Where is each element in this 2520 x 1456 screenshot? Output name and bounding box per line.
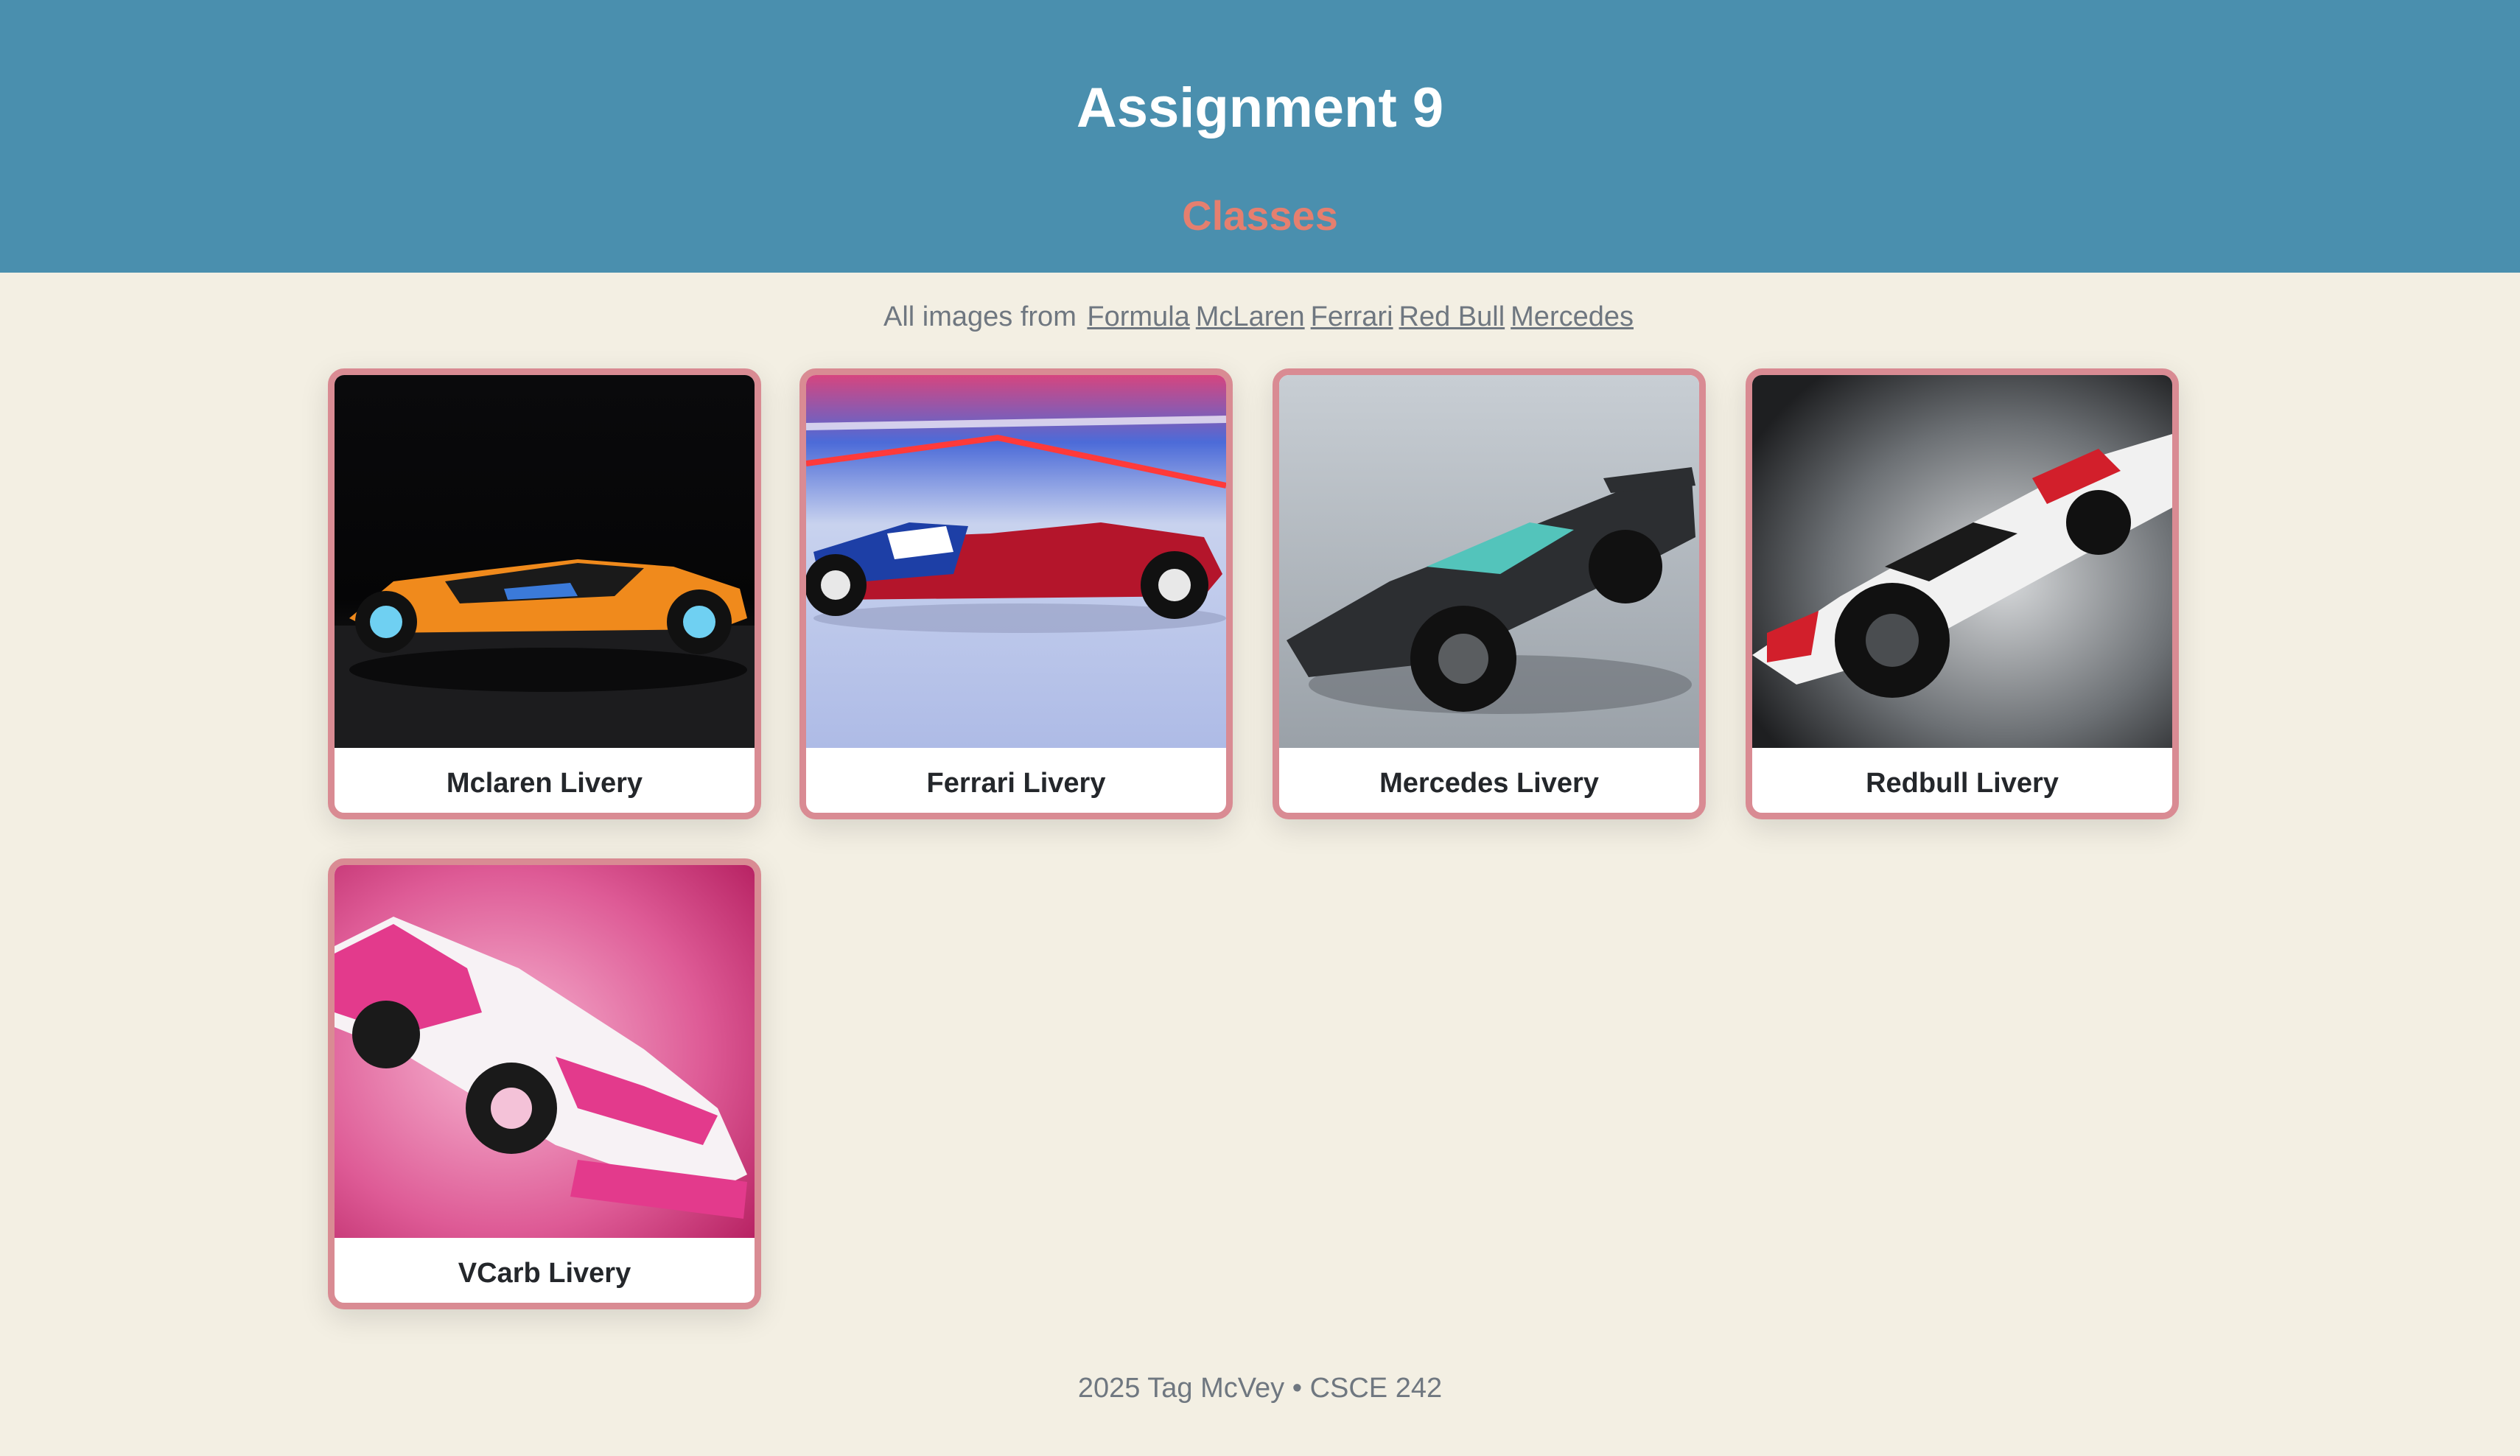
livery-card-mclaren[interactable]: Mclaren Livery [328,368,761,819]
credit-link-mercedes[interactable]: Mercedes [1511,301,1634,332]
livery-card-label: Ferrari Livery [926,768,1106,799]
page-title: Assignment 9 [1076,77,1444,139]
livery-card-mercedes[interactable]: Mercedes Livery [1273,368,1706,819]
credit-link-formula[interactable]: Formula [1087,301,1189,332]
livery-card-redbull[interactable]: Redbull Livery [1746,368,2179,819]
page-subtitle: Classes [1182,192,1338,239]
redbull-car-photo [1752,375,2172,748]
livery-card-label: Mclaren Livery [446,768,643,799]
mercedes-car-photo [1279,375,1699,748]
livery-card-vcarb[interactable]: VCarb Livery [328,858,761,1309]
credit-link-mclaren[interactable]: McLaren [1196,301,1305,332]
livery-card-label: Mercedes Livery [1379,768,1599,799]
ferrari-car-photo [806,375,1226,748]
site-header: Assignment 9 Classes [0,0,2520,273]
vcarb-car-photo [335,865,755,1238]
credit-link-ferrari[interactable]: Ferrari [1311,301,1393,332]
image-credits: All images from Formula McLaren Ferrari Red… [0,298,2520,336]
credits-prefix: All images from [883,301,1077,332]
livery-card-label: Redbull Livery [1866,768,2059,799]
credit-link-red-bull[interactable]: Red Bull [1399,301,1505,332]
site-footer: 2025 Tag McVey • CSCE 242 [1077,1373,1443,1404]
livery-card-label: VCarb Livery [458,1258,631,1289]
livery-card-ferrari[interactable]: Ferrari Livery [799,368,1233,819]
mclaren-car-photo [335,375,755,748]
